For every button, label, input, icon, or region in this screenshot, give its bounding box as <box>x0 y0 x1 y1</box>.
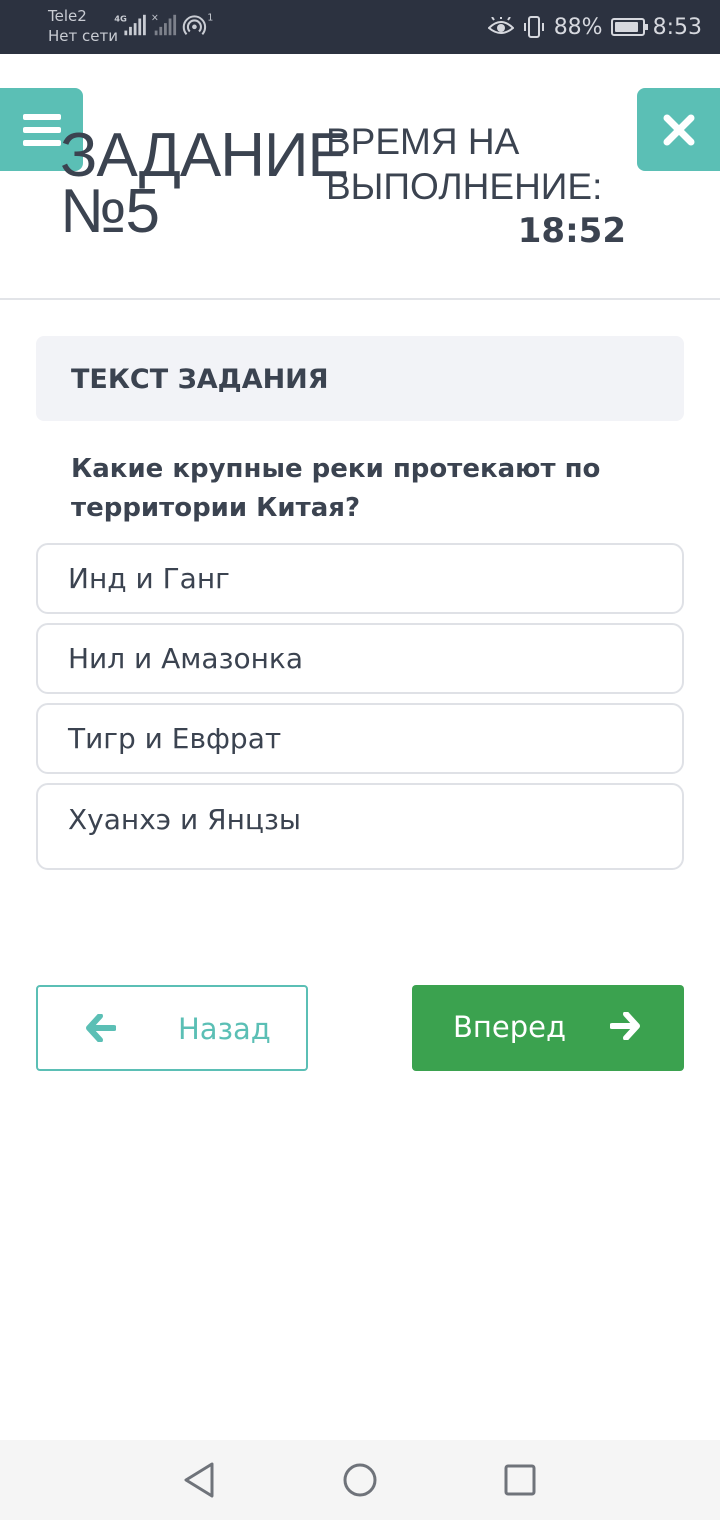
close-button[interactable] <box>637 88 720 171</box>
header-divider <box>0 298 720 300</box>
time-remaining: 18:52 <box>517 211 626 251</box>
back-button[interactable]: Назад <box>36 985 308 1071</box>
no-signal-icon: × <box>151 12 177 36</box>
carrier-name: Tele2 <box>48 7 87 25</box>
arrow-left-icon <box>86 1014 116 1042</box>
signal-icon: 4G <box>114 13 146 36</box>
status-bar: Tele2 Нет сети 4G × 1 88% 8:53 <box>0 0 720 54</box>
clock: 8:53 <box>652 14 702 40</box>
eye-comfort-icon <box>487 17 514 34</box>
status-right: 88% 8:53 <box>487 12 702 42</box>
next-button-label: Вперед <box>453 1010 566 1044</box>
svg-text:1: 1 <box>207 12 213 23</box>
answer-option-2[interactable]: Нил и Амазонка <box>36 623 684 694</box>
task-text-panel: ТЕКСТ ЗАДАНИЯ <box>36 336 684 421</box>
answer-option-4[interactable]: Хуанхэ и Янцзы <box>36 783 684 870</box>
back-triangle-icon[interactable] <box>180 1460 220 1500</box>
network-status: Нет сети <box>48 27 118 45</box>
answer-option-label: Инд и Ганг <box>68 562 230 595</box>
task-section-title: ТЕКСТ ЗАДАНИЯ <box>71 364 329 395</box>
answer-option-label: Тигр и Евфрат <box>68 722 282 755</box>
next-button[interactable]: Вперед <box>412 985 684 1071</box>
recents-square-icon[interactable] <box>500 1460 540 1500</box>
task-title: ЗАДАНИЕ №5 <box>60 121 349 246</box>
arrow-right-icon <box>610 1012 640 1040</box>
hotspot-icon: 1 <box>182 12 213 35</box>
system-nav-bar <box>0 1440 720 1520</box>
battery-fill <box>614 22 638 32</box>
answer-option-label: Нил и Амазонка <box>68 642 303 675</box>
svg-text:×: × <box>151 12 159 23</box>
home-circle-icon[interactable] <box>340 1460 380 1500</box>
battery-percent: 88% <box>553 14 603 40</box>
back-button-label: Назад <box>178 1012 271 1046</box>
answer-option-3[interactable]: Тигр и Евфрат <box>36 703 684 774</box>
answer-option-1[interactable]: Инд и Ганг <box>36 543 684 614</box>
battery-icon <box>610 18 648 36</box>
answer-option-label: Хуанхэ и Янцзы <box>68 803 301 836</box>
time-label: ВРЕМЯ НА ВЫПОЛНЕНИЕ: <box>326 121 603 207</box>
question-text: Какие крупные реки протекают по территор… <box>71 454 601 523</box>
svg-text:4G: 4G <box>114 13 127 23</box>
carrier-info: Tele2 Нет сети <box>48 6 118 46</box>
hamburger-icon <box>22 113 61 146</box>
close-icon <box>663 114 694 145</box>
vibrate-icon <box>523 16 544 38</box>
